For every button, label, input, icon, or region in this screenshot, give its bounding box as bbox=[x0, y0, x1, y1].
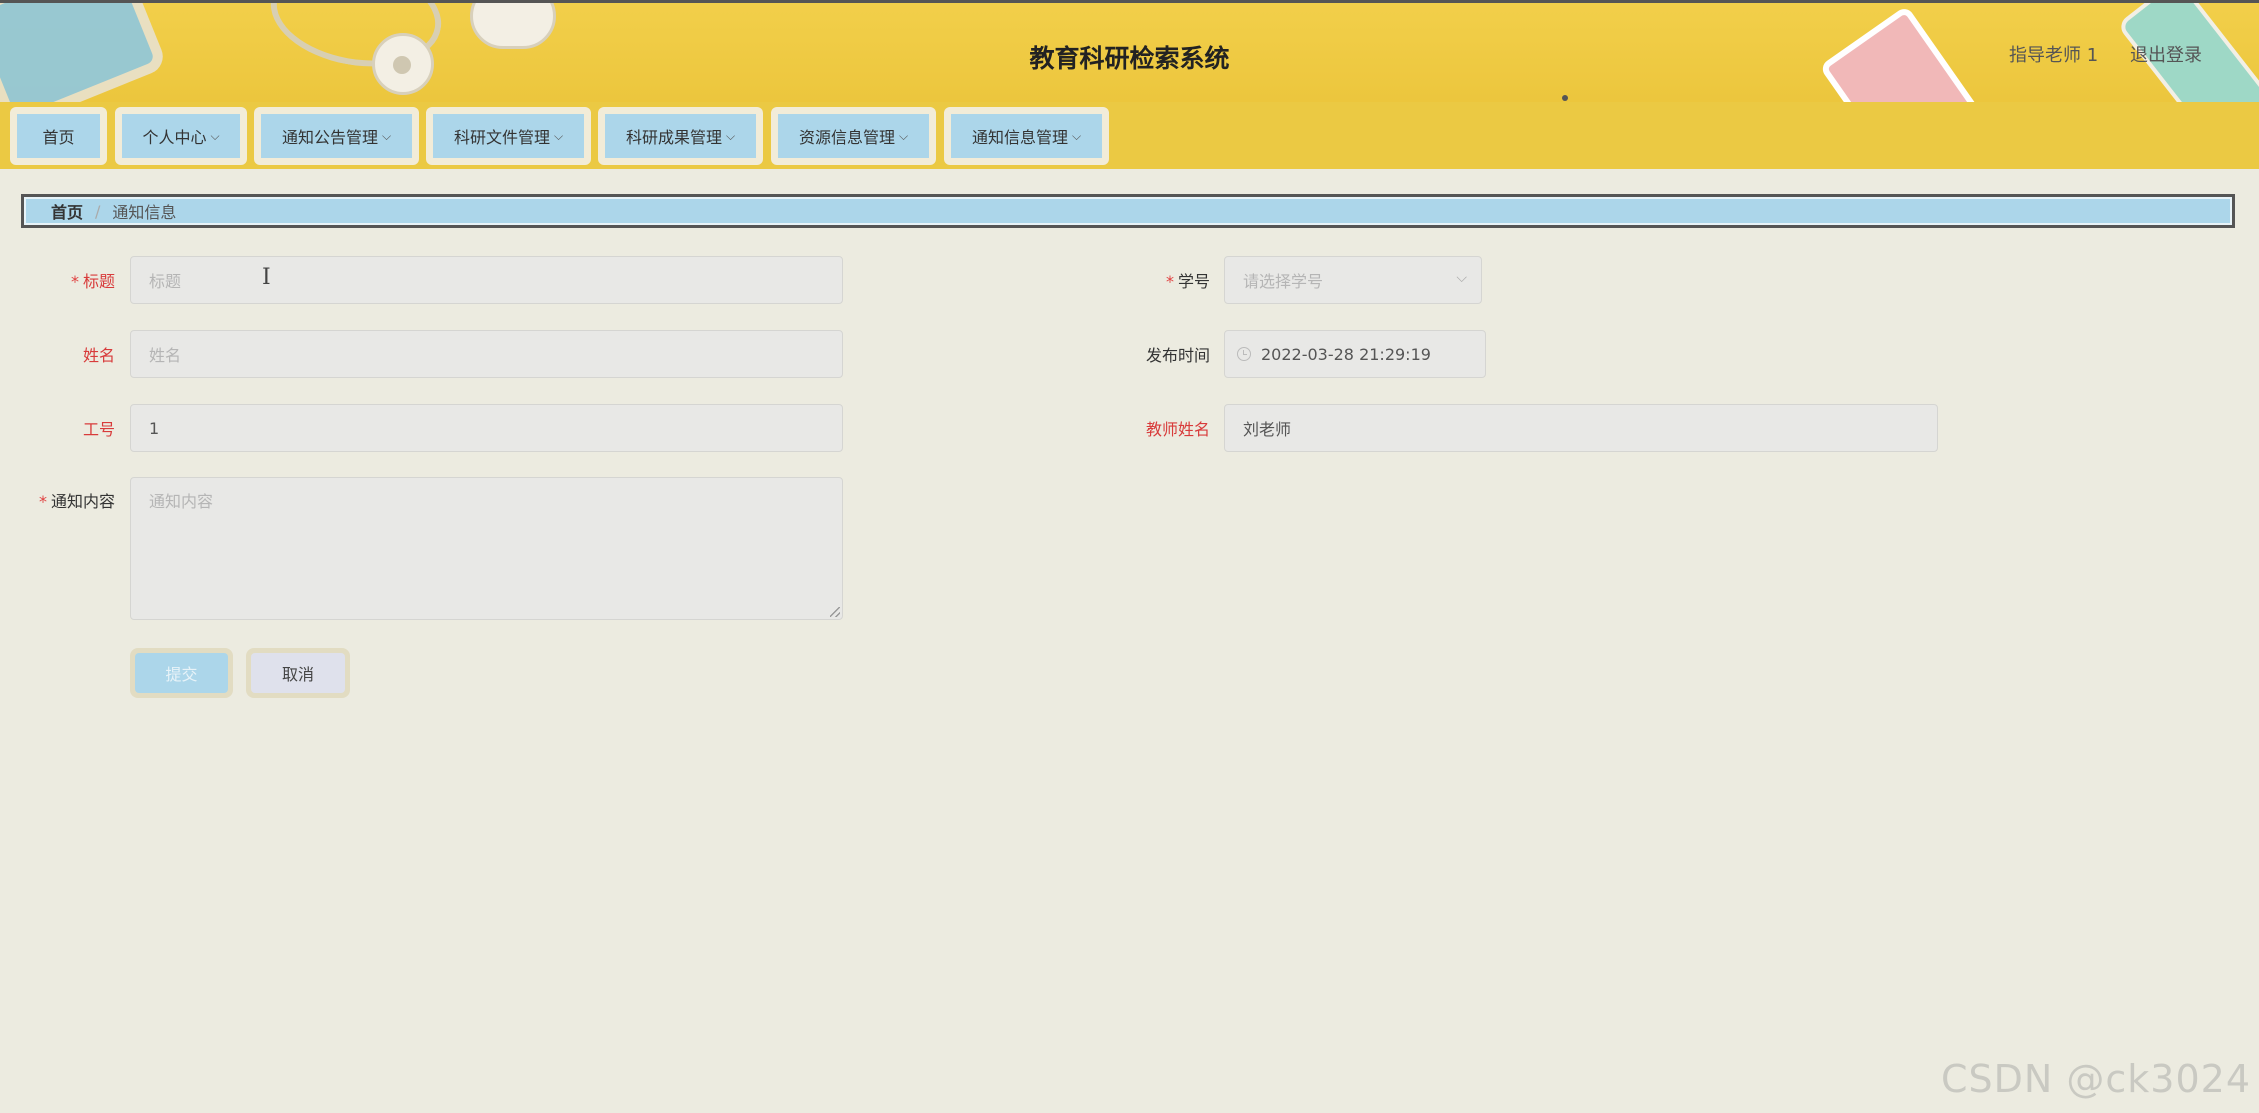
chevron-down-icon: ⌵ bbox=[1071, 128, 1082, 143]
page-title: 教育科研检索系统 bbox=[1029, 44, 1230, 73]
nav-item-label: 科研成果管理 bbox=[625, 128, 722, 147]
logout-link[interactable]: 退出登录 bbox=[2130, 41, 2202, 67]
chevron-down-icon: ⌵ bbox=[725, 128, 736, 143]
chevron-down-icon: ⌵ bbox=[898, 128, 909, 143]
publish-time-value: 2022-03-28 21:29:19 bbox=[1261, 344, 1431, 364]
clock-icon bbox=[1237, 347, 1251, 361]
breadcrumb-separator: / bbox=[95, 201, 101, 221]
main-nav: 首页 个人中心 ⌵ 通知公告管理 ⌵ 科研文件管理 ⌵ 科研成果管理 ⌵ 资源信息管理 ⌵… bbox=[0, 102, 2259, 169]
content-placeholder: 通知内容 bbox=[149, 492, 214, 511]
name-label: 姓名 bbox=[82, 346, 115, 365]
publish-time-label: 发布时间 bbox=[1145, 346, 1210, 365]
title-label: * 标题 bbox=[70, 272, 115, 291]
cancel-button-label: 取消 bbox=[251, 653, 345, 693]
work-no-label: 工号 bbox=[82, 420, 115, 439]
text-cursor-icon: I bbox=[262, 265, 271, 290]
chevron-down-icon: ⌵ bbox=[210, 128, 220, 143]
breadcrumb-current: 通知信息 bbox=[112, 203, 177, 222]
chevron-down-icon: ⌵ bbox=[1456, 270, 1467, 286]
nav-item-personal-center[interactable]: 个人中心 ⌵ bbox=[115, 107, 247, 165]
chevron-down-icon: ⌵ bbox=[553, 128, 564, 143]
nav-item-research-result-management[interactable]: 科研成果管理 ⌵ bbox=[598, 107, 763, 165]
content-textarea[interactable]: 通知内容 bbox=[130, 477, 843, 620]
resize-handle-icon[interactable] bbox=[830, 607, 840, 617]
watermark: CSDN @ck3024 bbox=[1940, 1057, 2251, 1101]
work-no-input[interactable]: 1 bbox=[130, 404, 843, 452]
nav-item-label: 科研文件管理 bbox=[453, 128, 550, 147]
chevron-down-icon: ⌵ bbox=[381, 128, 392, 143]
content-label: * 通知内容 bbox=[38, 492, 115, 511]
nav-item-announcement-management[interactable]: 通知公告管理 ⌵ bbox=[254, 107, 419, 165]
nav-item-notice-management[interactable]: 通知信息管理 ⌵ bbox=[944, 107, 1109, 165]
cancel-button[interactable]: 取消 bbox=[246, 648, 350, 698]
name-input[interactable]: 姓名 bbox=[130, 330, 843, 378]
dot-decoration bbox=[1562, 95, 1568, 101]
nav-item-label: 资源信息管理 bbox=[798, 128, 895, 147]
nav-item-home[interactable]: 首页 bbox=[10, 107, 107, 165]
student-no-label: * 学号 bbox=[1165, 272, 1210, 291]
submit-button-label: 提交 bbox=[135, 653, 228, 693]
nav-item-label: 通知公告管理 bbox=[281, 128, 378, 147]
student-no-select[interactable]: 请选择学号 ⌵ bbox=[1224, 256, 1482, 304]
submit-button[interactable]: 提交 bbox=[130, 648, 233, 698]
nav-item-label: 通知信息管理 bbox=[971, 128, 1068, 147]
breadcrumb-home[interactable]: 首页 bbox=[51, 199, 83, 223]
title-input[interactable]: 标题 bbox=[130, 256, 843, 304]
publish-time-picker[interactable]: 2022-03-28 21:29:19 bbox=[1224, 330, 1486, 378]
nav-item-resource-management[interactable]: 资源信息管理 ⌵ bbox=[771, 107, 936, 165]
nav-item-label: 个人中心 bbox=[142, 128, 207, 147]
breadcrumb: 首页 / 通知信息 bbox=[21, 194, 2235, 228]
student-no-placeholder: 请选择学号 bbox=[1243, 272, 1324, 291]
current-user: 指导老师 1 bbox=[2009, 45, 2099, 66]
nav-item-label: 首页 bbox=[42, 128, 75, 147]
nav-item-research-file-management[interactable]: 科研文件管理 ⌵ bbox=[426, 107, 591, 165]
teacher-name-label: 教师姓名 bbox=[1145, 420, 1210, 439]
header-banner: 教育科研检索系统 指导老师 1 退出登录 bbox=[0, 3, 2259, 102]
teacher-name-input[interactable]: 刘老师 bbox=[1224, 404, 1938, 452]
